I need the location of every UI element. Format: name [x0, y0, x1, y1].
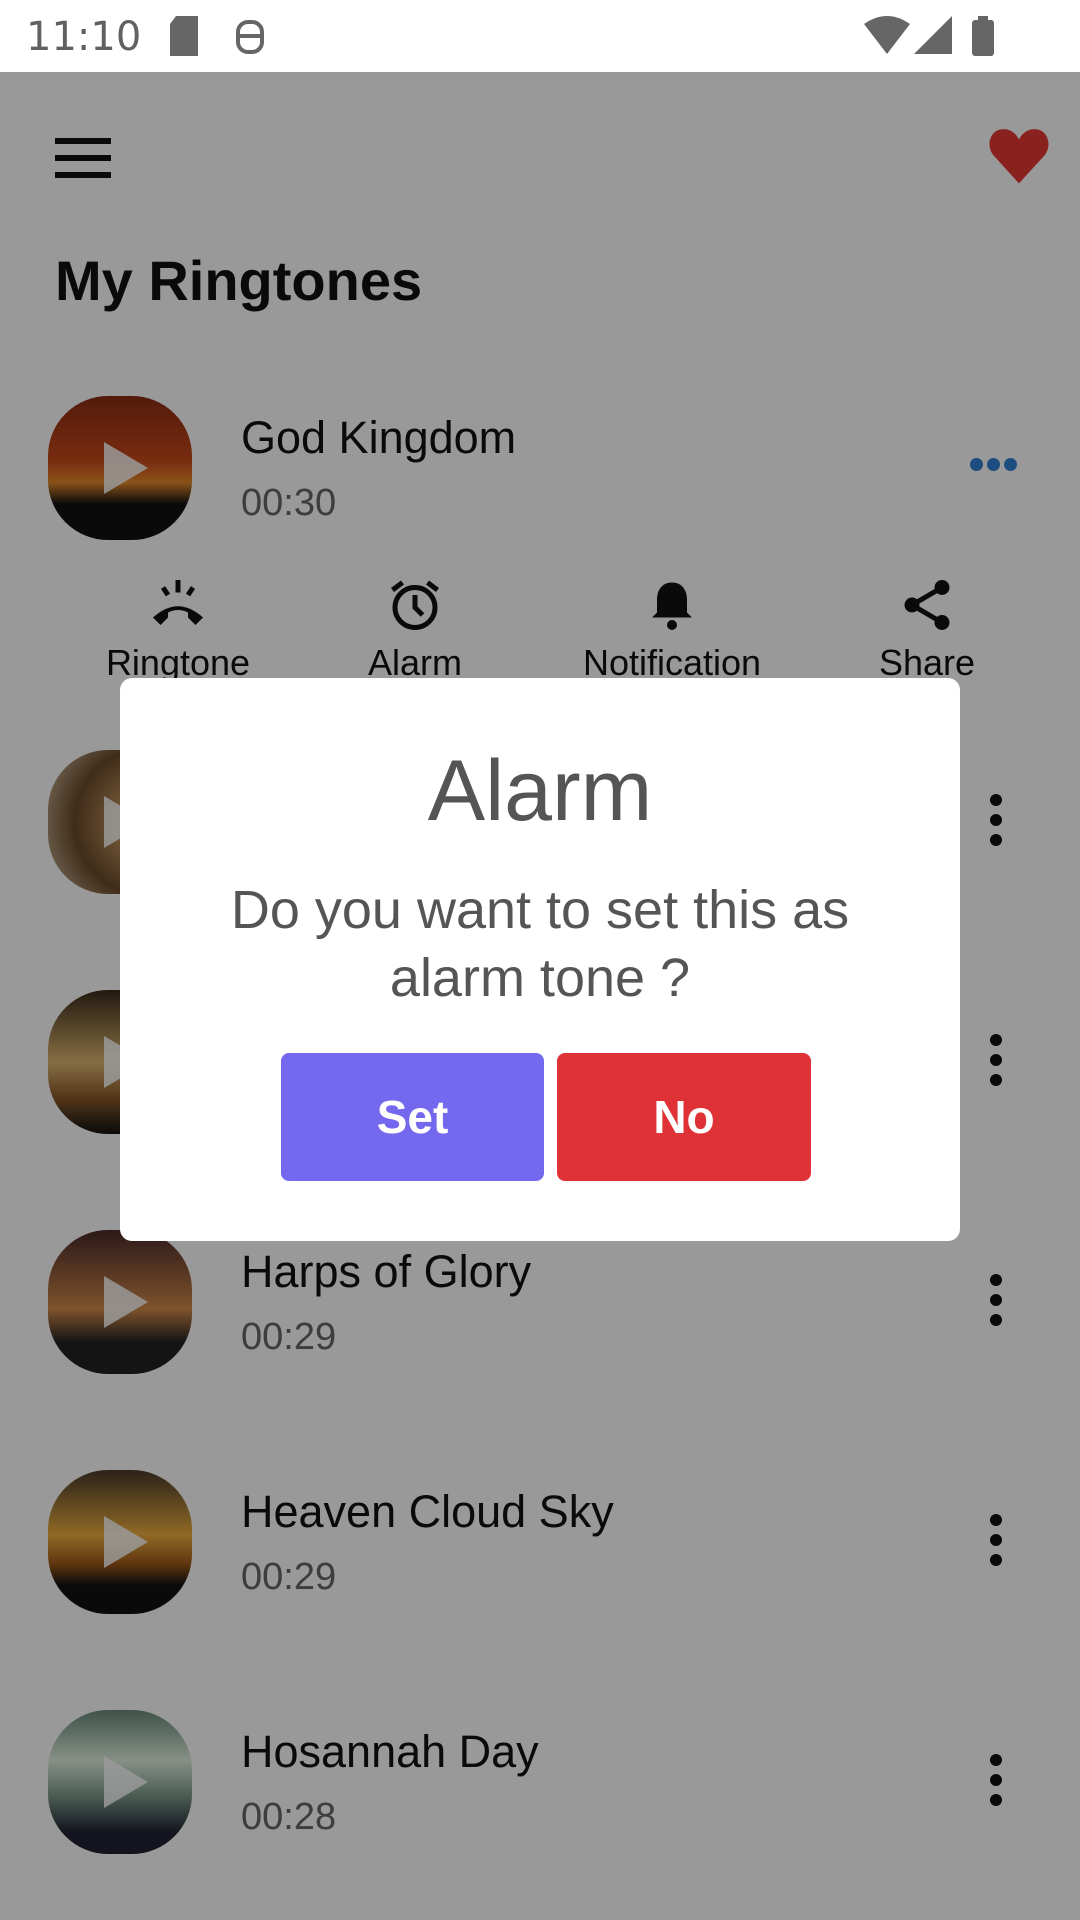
- alarm-dialog: Alarm Do you want to set this as alarm t…: [120, 678, 960, 1241]
- no-button[interactable]: No: [557, 1053, 811, 1181]
- set-button[interactable]: Set: [281, 1053, 544, 1181]
- dialog-title: Alarm: [427, 743, 653, 839]
- android-debug-icon: [236, 20, 264, 54]
- dialog-message: Do you want to set this as alarm tone ?: [230, 880, 850, 1008]
- status-bar: 11:10: [0, 0, 1080, 72]
- signal-icon: [914, 16, 952, 54]
- status-time: 11:10: [26, 14, 142, 60]
- battery-icon: [972, 16, 994, 56]
- wifi-icon: [864, 16, 910, 54]
- sd-card-icon: [170, 16, 198, 56]
